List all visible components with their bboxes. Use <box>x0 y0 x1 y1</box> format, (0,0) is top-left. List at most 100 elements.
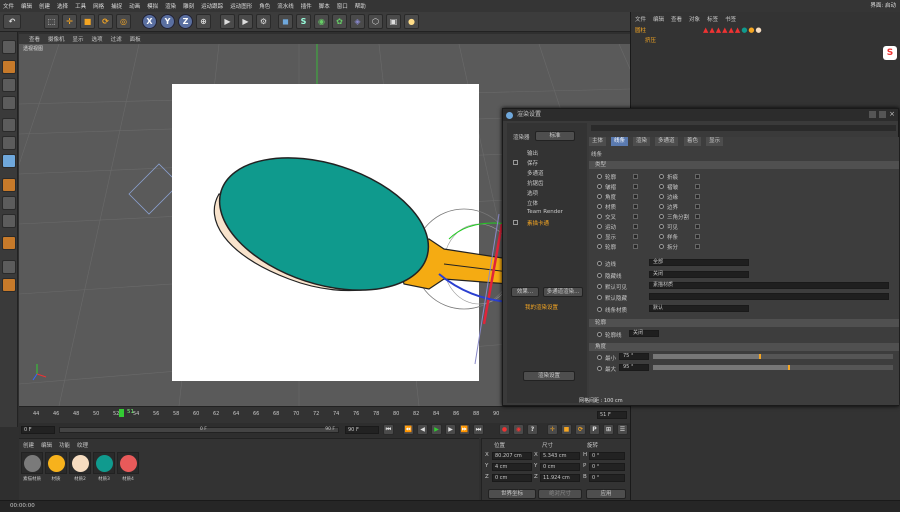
line-option-checkbox[interactable] <box>695 244 700 249</box>
line-option-checkbox[interactable] <box>633 214 638 219</box>
go-end-icon[interactable]: ⏭ <box>473 424 484 435</box>
settings-item[interactable]: 输出 <box>527 149 538 157</box>
line-option-radio[interactable] <box>659 174 664 179</box>
line-option-radio[interactable] <box>659 204 664 209</box>
points-mode-icon[interactable] <box>2 118 16 132</box>
settings-item[interactable]: 多通道 <box>527 169 544 177</box>
workplane-lock-icon[interactable] <box>2 278 16 292</box>
spline-icon[interactable]: S <box>296 14 311 29</box>
size-field[interactable]: 11.924 cm <box>540 474 580 482</box>
menu-item-10[interactable]: 雕刻 <box>183 2 194 10</box>
default-hidden-field[interactable] <box>649 293 889 300</box>
position-field[interactable]: 80.207 cm <box>492 452 532 460</box>
array-icon[interactable]: ✿ <box>332 14 347 29</box>
menu-item-4[interactable]: 工具 <box>75 2 86 10</box>
mat-menu-function[interactable]: 功能 <box>59 441 70 449</box>
material-swatch[interactable] <box>45 452 67 474</box>
scale-mode-select[interactable]: 绝对尺寸 <box>538 489 582 499</box>
light-icon[interactable]: ● <box>404 14 419 29</box>
line-mat-radio[interactable] <box>597 307 602 312</box>
line-option-checkbox[interactable] <box>695 214 700 219</box>
material-swatch[interactable] <box>69 452 91 474</box>
cube-icon[interactable]: ◼ <box>278 14 293 29</box>
model-mode-icon[interactable] <box>2 60 16 74</box>
camera-icon[interactable]: ▣ <box>386 14 401 29</box>
menu-item-7[interactable]: 动画 <box>129 2 140 10</box>
play-icon[interactable]: ▶ <box>431 424 442 435</box>
menu-item-12[interactable]: 运动图形 <box>230 2 252 10</box>
material-swatch[interactable] <box>93 452 115 474</box>
rotation-field[interactable]: 0 ° <box>589 474 625 482</box>
menu-item-15[interactable]: 插件 <box>301 2 312 10</box>
z-axis-button[interactable]: Z <box>178 14 193 29</box>
size-field[interactable]: 0 cm <box>540 463 580 471</box>
key-scale-icon[interactable]: ■ <box>561 424 572 435</box>
min-slider[interactable] <box>653 354 893 359</box>
section-type[interactable]: 类型 <box>589 161 899 169</box>
lock-icon[interactable] <box>2 260 16 274</box>
preset-item[interactable]: 我的渲染设置 <box>525 303 558 311</box>
object-row-cylinder[interactable]: 圆柱 <box>635 26 646 34</box>
line-option-radio[interactable] <box>597 224 602 229</box>
recent-tool-icon[interactable]: ◎ <box>116 14 131 29</box>
line-option-radio[interactable] <box>597 174 602 179</box>
settings-item[interactable]: 立体 <box>527 199 538 207</box>
object-row-extrude[interactable]: 挤压 <box>645 36 656 44</box>
menu-item-18[interactable]: 帮助 <box>355 2 366 10</box>
texture-mode-icon[interactable] <box>2 78 16 92</box>
coord-system-icon[interactable]: ⊕ <box>196 14 211 29</box>
key-rot-icon[interactable]: ⟳ <box>575 424 586 435</box>
edges-select[interactable]: 全部 <box>649 259 749 266</box>
viewport-menu-camera[interactable]: 摄像机 <box>48 35 65 43</box>
outline-radio[interactable] <box>597 332 602 337</box>
line-option-checkbox[interactable] <box>695 174 700 179</box>
settings-item-checkbox[interactable] <box>513 160 518 165</box>
settings-item-checkbox[interactable] <box>513 220 518 225</box>
polygons-mode-icon[interactable] <box>2 154 16 168</box>
start-frame-field[interactable]: 0 F <box>21 426 55 434</box>
move-tool-icon[interactable]: ✛ <box>62 14 77 29</box>
line-option-checkbox[interactable] <box>695 204 700 209</box>
timeline[interactable]: 44 46 48 50 52 54 56 58 60 62 64 66 68 70 72 74 76 78 80 82… <box>19 406 630 423</box>
settings-item[interactable]: 保存 <box>527 159 538 167</box>
coord-mode-select[interactable]: 世界坐标 <box>488 489 536 499</box>
menu-item-6[interactable]: 捕捉 <box>111 2 122 10</box>
line-option-checkbox[interactable] <box>695 184 700 189</box>
interface-label[interactable]: 界面: 启动 <box>870 1 896 9</box>
minimize-button[interactable] <box>869 111 876 118</box>
make-editable-icon[interactable] <box>2 40 16 54</box>
line-option-radio[interactable] <box>597 234 602 239</box>
edges-mode-icon[interactable] <box>2 136 16 150</box>
position-field[interactable]: 4 cm <box>492 463 532 471</box>
obj-menu-object[interactable]: 对象 <box>689 15 700 23</box>
size-field[interactable]: 5.343 cm <box>540 452 580 460</box>
min-radio[interactable] <box>597 355 602 360</box>
line-option-radio[interactable] <box>597 214 602 219</box>
line-option-radio[interactable] <box>659 234 664 239</box>
line-option-checkbox[interactable] <box>695 194 700 199</box>
edges-radio[interactable] <box>597 261 602 266</box>
material-swatch[interactable] <box>117 452 139 474</box>
obj-menu-edit[interactable]: 编辑 <box>653 15 664 23</box>
axis-mode-icon[interactable] <box>2 178 16 192</box>
playhead[interactable] <box>119 409 124 417</box>
line-option-radio[interactable] <box>659 184 664 189</box>
next-frame-icon[interactable]: ▶ <box>445 424 456 435</box>
line-option-radio[interactable] <box>659 214 664 219</box>
menu-item-5[interactable]: 网格 <box>93 2 104 10</box>
max-field[interactable]: 95 ° <box>619 364 649 371</box>
range-slider[interactable]: 0 F 90 F <box>59 427 339 433</box>
maximize-button[interactable] <box>879 111 886 118</box>
line-option-checkbox[interactable] <box>695 224 700 229</box>
mat-menu-create[interactable]: 创建 <box>23 441 34 449</box>
tweak-icon[interactable] <box>2 196 16 210</box>
max-slider[interactable] <box>653 365 893 370</box>
settings-item[interactable]: 素描卡通 <box>527 219 549 227</box>
rotate-tool-icon[interactable]: ⟳ <box>98 14 113 29</box>
settings-item[interactable]: 选项 <box>527 189 538 197</box>
line-option-radio[interactable] <box>659 224 664 229</box>
viewport-menu-panel[interactable]: 面板 <box>130 35 141 43</box>
line-option-checkbox[interactable] <box>695 234 700 239</box>
autokey-icon[interactable]: ◉ <box>513 424 524 435</box>
go-start-icon[interactable]: ⏮ <box>383 424 394 435</box>
